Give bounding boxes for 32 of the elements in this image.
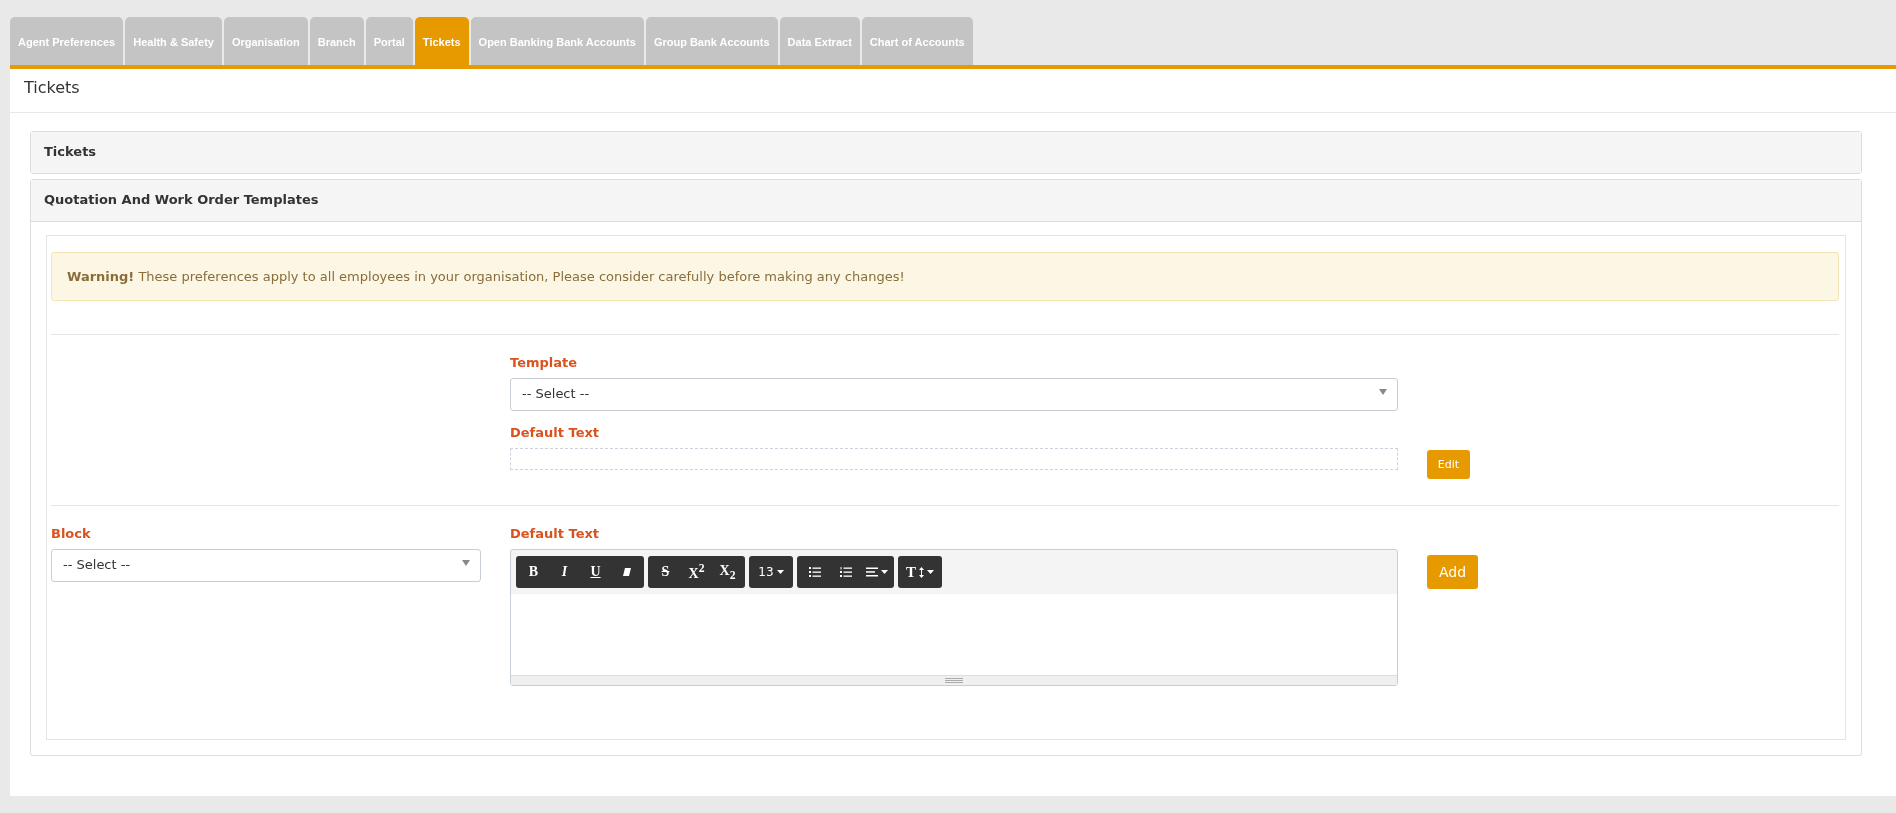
page-title: Tickets <box>10 69 1896 113</box>
line-height-button[interactable]: T <box>900 556 940 588</box>
dropdown-caret-icon <box>1379 389 1387 395</box>
panel-title: Tickets <box>44 144 97 159</box>
template-select[interactable]: -- Select -- <box>510 378 1398 411</box>
panel-title: Quotation And Work Order Templates <box>44 192 319 207</box>
bullet-list-icon <box>808 567 821 577</box>
bold-button[interactable]: B <box>518 556 549 588</box>
eraser-icon <box>621 567 632 577</box>
numbered-list-icon <box>839 567 852 577</box>
warning-text: Warning! These preferences apply to all employees in your organisation, Please consider carefully before making any changes! <box>67 269 905 284</box>
panel-header[interactable]: Quotation And Work Order Templates <box>31 180 1861 221</box>
field-label: Default Text <box>510 526 601 541</box>
dropdown-caret-icon <box>462 560 470 566</box>
field-label: Default Text <box>510 425 601 440</box>
caret-icon <box>927 570 934 574</box>
resize-handle[interactable] <box>511 675 1397 685</box>
subscript-button[interactable]: X$_{2}$ <box>712 556 743 588</box>
caret-icon <box>776 570 784 574</box>
up-down-arrow-icon <box>919 566 924 578</box>
strikethrough-button[interactable]: S <box>650 556 681 588</box>
superscript-button[interactable]: X$^{2}$ <box>681 556 712 588</box>
italic-button[interactable]: I <box>549 556 580 588</box>
panel-header[interactable]: Tickets <box>31 132 1861 173</box>
caret-icon <box>880 570 888 574</box>
default-text-field[interactable] <box>510 448 1398 470</box>
field-label: Template <box>510 355 579 370</box>
field-label: Block <box>51 526 92 541</box>
underline-button[interactable]: U <box>580 556 611 588</box>
font-size-button[interactable]: 13 <box>751 556 791 588</box>
align-icon <box>865 567 878 577</box>
block-select[interactable]: -- Select -- <box>51 549 481 582</box>
